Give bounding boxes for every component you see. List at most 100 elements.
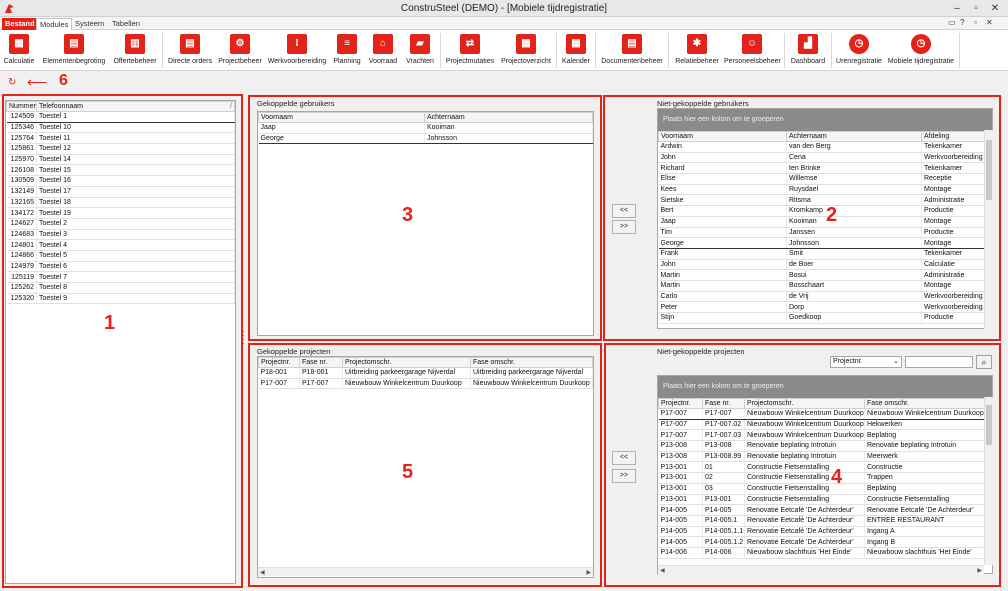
table-row[interactable]: 124509 Toestel 1 [6,111,235,123]
table-row[interactable]: 124801 Toestel 4 [6,239,235,251]
table-row[interactable]: John Cena Werkvoorbereiding [658,152,992,164]
table-row[interactable]: Ardwin van den Berg Tekenkamer [658,141,992,153]
table-row[interactable]: Carlo de Vrij Werkvoorbereiding [658,291,992,303]
table-row[interactable]: Tim Janssen Productie [658,227,992,239]
table-row[interactable]: 125861 Toestel 12 [6,143,235,155]
table-row[interactable]: Jaap Kooiman Montage [658,216,992,228]
column-header-projectomschr[interactable]: Projectomschr. [342,357,471,368]
scroll-left-icon[interactable]: ◀ [260,569,265,576]
ribbon-projectoverzicht-button[interactable]: ▦ Projectoverzicht [499,32,553,69]
search-button[interactable]: ⌕ [976,355,992,369]
table-row[interactable]: P13-001 03 Constructie Fietsenstalling Bepl… [658,483,992,495]
close-icon[interactable]: ✕ [988,2,1002,15]
table-row[interactable]: 124979 Toestel 6 [6,261,235,273]
table-row[interactable]: 126108 Toestel 15 [6,164,235,177]
scroll-left-icon[interactable]: ◀ [660,567,665,574]
ribbon-personeelsbeheer-button[interactable]: ☺ Personeelsbeheer [724,32,781,69]
ribbon-werkvoorbereiding-button[interactable]: I Werkvoorbereiding [266,32,328,69]
table-row[interactable]: P14-005 P14-005.1.1 Renovatie Eetcafé 'De … [658,526,992,538]
table-row[interactable]: 134172 Toestel 19 [6,207,235,219]
table-row[interactable]: P17-007 P17-007 Nieuwbouw Winkelcentrum Du… [658,408,992,420]
ribbon-elementenbegroting-button[interactable]: ▤ Elementenbegroting [40,32,108,69]
column-header-voornaam[interactable]: Voornaam [658,131,787,142]
close-child-icon[interactable]: ✕ [986,18,993,27]
column-header-afdeling[interactable]: Afdeling [921,131,992,142]
minimize-icon[interactable]: ‒ [950,2,964,15]
menu-tab-tabellen[interactable]: Tabellen [109,18,143,30]
table-row[interactable]: 124627 Toestel 2 [6,218,235,230]
table-row[interactable]: P14-005 P14-005 Renovatie Eetcafé 'De Acht… [658,504,992,516]
scroll-right-icon[interactable]: ▶ [977,567,982,574]
ribbon-projectbeheer-button[interactable]: ⚙ Projectbeheer [217,32,263,69]
table-row[interactable]: P13-001 01 Constructie Fietsenstalling Cons… [658,461,992,474]
scroll-right-icon[interactable]: ▶ [586,569,591,576]
table-row[interactable]: 130509 Toestel 16 [6,175,235,187]
window-layout-icon[interactable]: ▭ [948,18,956,27]
column-header-projectomschr[interactable]: Projectomschr. [744,398,865,409]
table-row[interactable]: Kees Ruysdael Montage [658,184,992,196]
help-icon[interactable]: ? [960,18,964,27]
ribbon-vrachten-button[interactable]: ▰ Vrachten [403,32,437,69]
column-header-nummer[interactable]: Nummer [6,101,37,112]
table-row[interactable]: P17-007 P17-007.02 Nieuwbouw Winkelcentrum… [658,419,992,431]
scroll-thumb[interactable] [986,405,992,445]
table-row[interactable]: 132149 Toestel 17 [6,186,235,198]
table-row[interactable]: George Johnsson [258,132,593,145]
column-header-voornaam[interactable]: Voornaam [258,112,425,123]
ribbon-relatiebeheer-button[interactable]: ✱ Relatiebeheer [672,32,722,69]
ribbon-dashboard-button[interactable]: ▟ Dashboard [788,32,828,69]
table-row[interactable]: P17-007 P17-007.03 Nieuwbouw Winkelcentrum… [658,429,992,442]
table-row[interactable]: Sietske Ritsma Administratie [658,194,992,207]
ribbon-projectmutaties-button[interactable]: ⇄ Projectmutaties [444,32,496,69]
table-row[interactable]: 124866 Toestel 5 [6,250,235,262]
column-header-fase-nr[interactable]: Fase nr. [299,357,343,368]
table-row[interactable]: P13-001 P13-001 Constructie Fietsenstallin… [658,494,992,506]
ribbon-kalender-button[interactable]: ▦ Kalender [560,32,592,69]
column-header-fase-omschr[interactable]: Fase omschr. [470,357,593,368]
table-row[interactable]: 125764 Toestel 11 [6,132,235,145]
refresh-icon[interactable]: ↻ [8,78,16,88]
ribbon-urenregistratie-button[interactable]: ◷ Urenregistratie [834,32,884,69]
table-row[interactable]: 125262 Toestel 8 [6,282,235,294]
column-header-projectnr[interactable]: Projectnr. [658,398,703,409]
table-row[interactable]: P13-001 02 Constructie Fietsenstalling Trap… [658,472,992,484]
table-row[interactable]: Elise Willemse Receptie [658,173,992,185]
ribbon-offertebeheer-button[interactable]: ▥ Offertebeheer [110,32,160,69]
linked-projects-hscrollbar[interactable]: ◀ ▶ [258,567,593,576]
table-row[interactable]: 125346 Toestel 10 [6,122,235,134]
table-row[interactable]: Richard ten Brinke Tekenkamer [658,162,992,175]
table-row[interactable]: Frank Smit Tekenkamer [658,248,992,260]
column-header-fase-nr[interactable]: Fase nr. [702,398,745,409]
column-header-projectnr[interactable]: Projectnr. [258,357,300,368]
table-row[interactable]: 124683 Toestel 3 [6,229,235,241]
table-row[interactable]: P17-007 P17-007 Nieuwbouw Winkelcentrum Du… [258,378,593,390]
table-row[interactable]: Martin Bosui Administratie [658,269,992,281]
table-row[interactable]: Martin Bosschaart Montage [658,280,992,292]
table-row[interactable]: George Johnsson Montage [658,237,992,249]
menu-tab-bestand[interactable]: Bestand [2,18,38,30]
column-header-achternaam[interactable]: Achternaam [786,131,922,142]
unlinked-projects-vscrollbar[interactable] [984,397,993,565]
table-row[interactable]: John de Boer Calculatie [658,259,992,271]
table-row[interactable]: P13-008 P13-008 Renovatie beplating Introt… [658,440,992,452]
column-header-telefoonnaam[interactable]: Telefoonnaam / [36,101,235,112]
ribbon-directe-orders-button[interactable]: ▤ Directe orders [166,32,214,69]
table-row[interactable]: 125970 Toestel 14 [6,154,235,166]
scroll-thumb[interactable] [986,140,992,200]
menu-tab-systeem[interactable]: Systeem [72,18,107,30]
table-row[interactable]: Stijn Goedkoop Productie [658,312,992,324]
table-row[interactable]: P13-008 P13-008.99 Renovatie beplating Int… [658,451,992,463]
table-row[interactable]: P14-005 P14-005.1 Renovatie Eetcafé 'De Ac… [658,515,992,527]
table-row[interactable]: Peter Dorp Werkvoorbereiding [658,301,992,313]
table-row[interactable]: P14-006 P14-006 Nieuwbouw slachthuis 'Het … [658,547,992,559]
splitter-handle[interactable]: · · · · [242,328,245,354]
group-by-panel[interactable]: Plaats hier een kolom om te groeperen [658,109,992,131]
ribbon-documentenbeheer-button[interactable]: ▤ Documentenbeheer [599,32,665,69]
table-row[interactable]: Jaap Kooiman [258,122,593,134]
unlinked-users-vscrollbar[interactable] [984,130,993,329]
project-filter-dropdown[interactable]: Projectnr. ⌄ [830,356,902,368]
ribbon-mobiele-tijdregistratie-button[interactable]: ◷ Mobiele tijdregistratie [886,32,956,69]
ribbon-calculatie-button[interactable]: ▦ Calculatie [2,32,36,69]
column-header-achternaam[interactable]: Achternaam [424,112,593,123]
table-row[interactable]: 125119 Toestel 7 [6,271,235,283]
